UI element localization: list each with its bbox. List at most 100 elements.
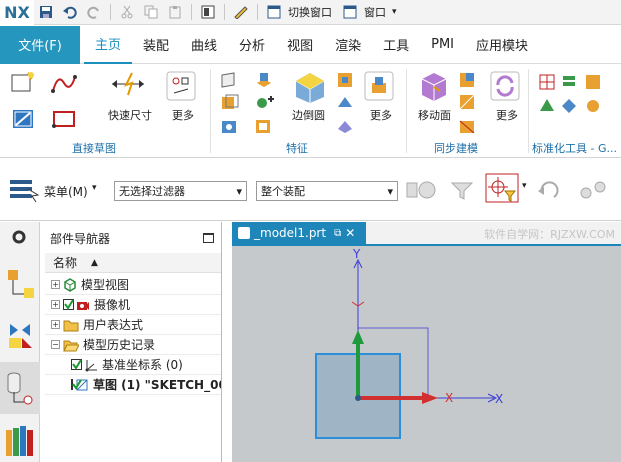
expand-toggle-icon[interactable]: + [51,280,60,289]
watermark: 软件自学网：RJZXW.COM [484,228,615,241]
tree-node-2[interactable]: + 用户表达式 [45,315,221,335]
tab-6[interactable]: 工具 [372,26,420,64]
snap-dropdown-icon[interactable]: ▾ [522,181,527,191]
tree-node-4[interactable]: 基准坐标系 (0) [45,355,221,375]
tree-node-0[interactable]: + 模型视图 [45,275,221,295]
window-icon[interactable] [340,2,360,22]
column-header-name[interactable]: 名称 ▲ [45,253,221,273]
shell-icon[interactable] [254,117,274,138]
more-feature-icon[interactable] [364,71,394,104]
visibility-checkbox[interactable] [71,359,82,370]
window-menu-label[interactable]: 窗口 [364,4,386,20]
group-label-feature: 特征 [286,142,308,155]
tab-5[interactable]: 渲染 [324,26,372,64]
tree-node-1[interactable]: + 摄像机 [45,295,221,315]
move-face-label[interactable]: 移动面 [418,107,451,123]
settings-gear-icon[interactable] [10,228,28,249]
expand-toggle-icon[interactable]: + [51,320,60,329]
tab-4[interactable]: 视图 [276,26,324,64]
pattern-icon[interactable] [254,71,274,92]
standard-icon-f[interactable] [584,97,602,118]
switch-window-label[interactable]: 切换窗口 [288,4,332,20]
paste-icon[interactable] [165,2,185,22]
curve-icon[interactable] [50,71,78,98]
datum-plane-icon[interactable] [220,71,240,92]
undo-icon[interactable] [60,2,80,22]
visibility-checkbox[interactable] [63,299,74,310]
tab-2[interactable]: 曲线 [180,26,228,64]
rotate-icon[interactable] [536,177,566,206]
cut-icon[interactable] [117,2,137,22]
standard-icon-b[interactable] [560,73,578,94]
edge-blend-label[interactable]: 边倒圆 [292,107,325,123]
save-icon[interactable] [36,2,56,22]
rectangle-icon[interactable] [50,107,78,134]
copy-icon[interactable] [141,2,161,22]
reuse-library-icon[interactable] [4,422,36,461]
dropdown-arrow-icon[interactable]: ▾ [392,7,397,17]
model-canvas[interactable]: Y X X [232,246,621,462]
quick-dimension-icon[interactable] [110,71,146,100]
finish-sketch-icon[interactable] [10,107,38,134]
display-icon[interactable] [198,2,218,22]
standard-icon-c[interactable] [584,73,602,94]
expand-toggle-icon[interactable]: − [51,340,60,349]
tab-model1[interactable]: _model1.prt ⧉ ✕ [232,222,366,244]
separator [191,4,192,20]
snap-view-icon[interactable] [576,177,610,206]
more-sync-icon[interactable] [490,71,520,104]
file-menu[interactable]: 文件(F) [0,25,80,64]
sync-icon-a[interactable] [458,71,476,92]
sketch-icon[interactable] [10,71,38,98]
expand-toggle-icon[interactable]: + [51,300,60,309]
more-sketch-icon[interactable] [166,71,196,104]
tab-1[interactable]: 装配 [132,26,180,64]
tab-popout-icon[interactable]: ⧉ [334,228,341,239]
edit-icon[interactable] [231,2,251,22]
maximize-icon[interactable] [203,233,214,243]
group-label-sketch: 直接草图 [72,142,116,155]
snap-point-filter-icon[interactable] [485,173,521,208]
hole-icon[interactable] [220,117,240,138]
move-face-icon[interactable] [416,69,452,108]
tab-8[interactable]: 应用模块 [465,26,539,64]
redo-icon[interactable] [84,2,104,22]
close-icon[interactable]: ✕ [345,226,355,240]
sync-icon-b[interactable] [458,93,476,114]
datum-axis-icon[interactable] [254,93,276,114]
tab-3[interactable]: 分析 [228,26,276,64]
assembly-scope-select[interactable]: 整个装配 ▾ [256,181,398,201]
quick-dimension-label[interactable]: 快速尺寸 [108,107,152,123]
type-filter-select[interactable]: 无选择过滤器 ▾ [114,181,247,201]
standard-icon-d[interactable] [538,97,556,118]
more-sketch-label[interactable]: 更多 [172,107,194,123]
menu-button[interactable]: 菜单(M) [44,183,88,200]
part-navigator-tab[interactable] [0,362,40,414]
sync-icon-c[interactable] [458,117,476,138]
filter-icon[interactable] [448,177,478,206]
standard-icon-e[interactable] [560,97,578,118]
feature-icon-a[interactable] [336,71,354,92]
menu-dropdown-icon[interactable]: ▾ [92,183,97,193]
extrude-icon[interactable] [220,93,240,114]
constraint-navigator-icon[interactable] [6,320,34,353]
edge-blend-icon[interactable] [292,69,328,108]
graphics-window[interactable]: _model1.prt ⧉ ✕ 软件自学网：RJZXW.COM Y X X [232,222,621,462]
standard-icon-a[interactable] [538,73,556,94]
more-sync-label[interactable]: 更多 [496,107,518,123]
tree-node-5[interactable]: 草图 (1) "SKETCH_000" [45,375,221,395]
wcs-x-arrowhead [422,392,438,404]
tab-0[interactable]: 主页 [84,26,133,64]
switch-window-icon[interactable] [264,2,284,22]
feature-icon-c[interactable] [336,117,354,138]
more-feature-label[interactable]: 更多 [370,107,392,123]
tab-7[interactable]: PMI [420,26,465,64]
assembly-navigator-icon[interactable] [6,268,34,303]
chevron-down-icon: ▾ [387,184,393,198]
tree-node-3[interactable]: − 模型历史记录 [45,335,221,355]
menu-icon[interactable] [8,177,40,206]
feature-icon-b[interactable] [336,93,354,114]
select-feature-icon[interactable] [405,177,437,206]
visibility-checkbox[interactable] [71,379,82,390]
wcs-origin[interactable] [355,395,361,401]
